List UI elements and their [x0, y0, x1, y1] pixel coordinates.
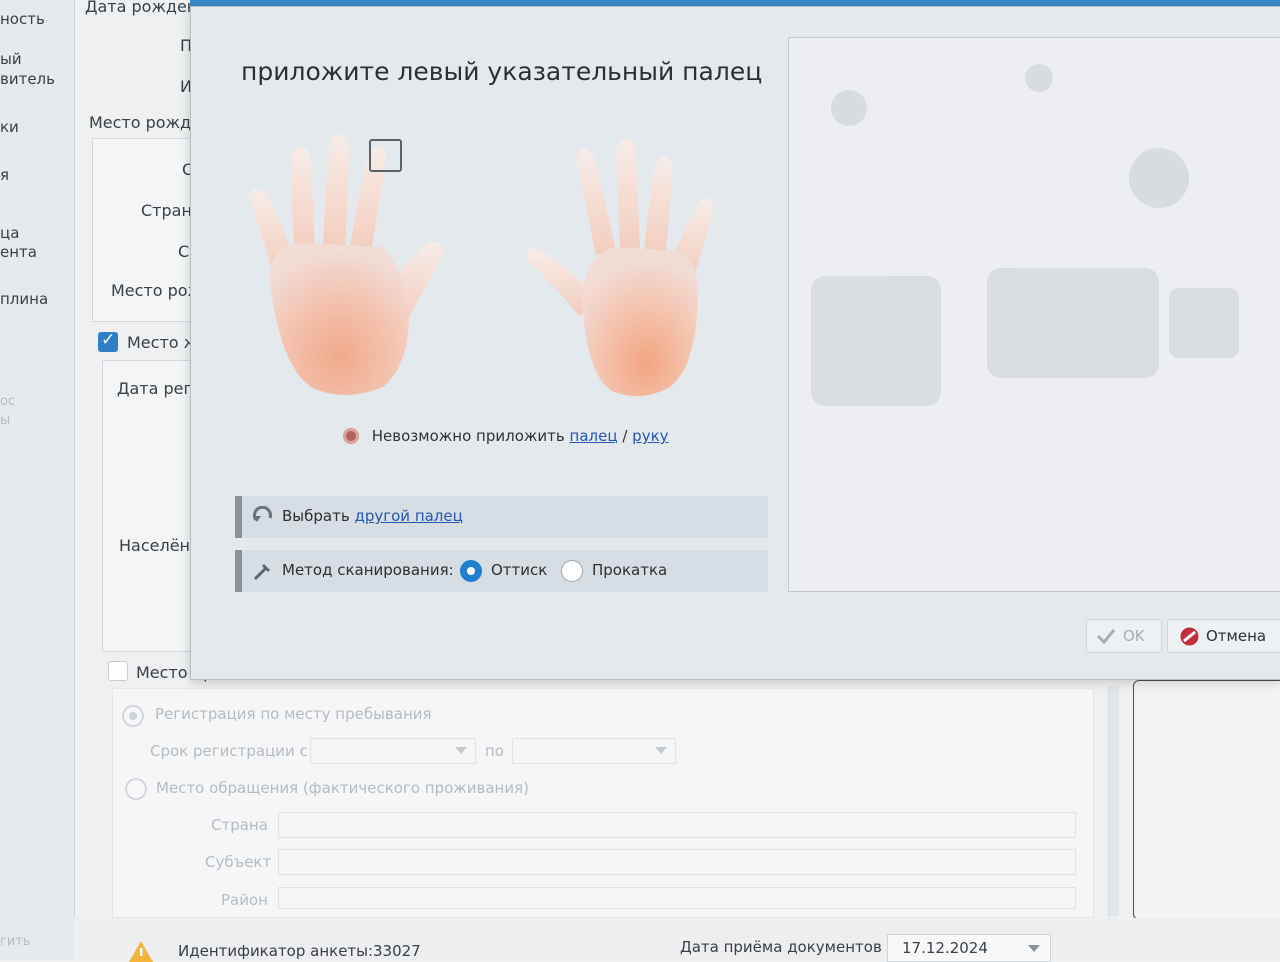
fingerprint-preview	[788, 37, 1280, 592]
scrollbar[interactable]	[1108, 686, 1119, 916]
fingerprint-dialog: приложите левый указательный палец Невоз…	[190, 6, 1280, 680]
sidebar-item[interactable]: витель	[0, 70, 55, 88]
sidebar-footer[interactable]: гить	[0, 934, 31, 949]
district-label: Район	[221, 891, 268, 909]
cancel-label: Отмена	[1206, 627, 1267, 645]
choose-text: Выбрать другой палец	[282, 507, 463, 525]
sidebar-item[interactable]: ента	[0, 243, 37, 261]
ok-button[interactable]: OK	[1086, 619, 1162, 653]
fingerprint-image	[789, 38, 1280, 591]
to-label: по	[485, 742, 504, 760]
subject-label: Субъект	[205, 853, 272, 871]
sidebar-item[interactable]: я	[0, 166, 9, 184]
rotate-icon	[252, 506, 272, 522]
questionnaire-id-value: 33027	[373, 942, 421, 960]
scan-method-bar: Метод сканирования: Оттиск Прокатка	[235, 550, 768, 592]
doc-date-value: 17.12.2024	[902, 939, 988, 957]
country-field[interactable]	[278, 812, 1076, 838]
choose-finger-bar: Выбрать другой палец	[235, 496, 768, 538]
sidebar-item[interactable]: плина	[0, 290, 48, 308]
stay-checkbox[interactable]	[108, 661, 128, 681]
questionnaire-id-label: Идентификатор анкеты:	[178, 942, 374, 960]
district-field[interactable]	[278, 887, 1076, 909]
left-hand-diagram[interactable]	[233, 125, 463, 400]
reg-stay-radio[interactable]	[122, 705, 144, 727]
sidebar-item[interactable]: ос	[0, 394, 15, 409]
residence-checkbox[interactable]	[98, 330, 118, 352]
reg-to-select[interactable]	[512, 738, 676, 764]
residence-panel	[102, 360, 204, 652]
method-radio-rolled[interactable]	[561, 560, 583, 582]
right-hand-diagram[interactable]	[516, 127, 736, 402]
actual-place-radio[interactable]	[125, 778, 147, 800]
chevron-down-icon	[455, 747, 467, 754]
scanner-icon	[253, 564, 270, 581]
chevron-down-icon	[655, 747, 667, 754]
sidebar-item[interactable]: ца	[0, 224, 19, 242]
reg-from-select[interactable]	[310, 738, 476, 764]
method-radio-imprint[interactable]	[460, 560, 482, 582]
fingerprint-icon	[343, 428, 359, 444]
finger-link[interactable]: палец	[570, 427, 618, 445]
reg-period-label: Срок регистрации с	[150, 742, 308, 760]
slash: /	[622, 427, 628, 445]
sidebar-item[interactable]: ый	[0, 50, 22, 68]
photo-frame	[1133, 680, 1280, 920]
birth-place-label: Место рожде	[89, 113, 201, 132]
ok-label: OK	[1123, 627, 1145, 645]
cancel-button[interactable]: Отмена	[1167, 619, 1280, 653]
method-label-rolled: Прокатка	[592, 561, 668, 579]
other-finger-link[interactable]: другой палец	[354, 507, 462, 525]
sidebar-item[interactable]: ки	[0, 118, 19, 136]
scan-prompt: приложите левый указательный палец	[241, 57, 763, 86]
hand-link[interactable]: руку	[632, 427, 668, 445]
country-label: Страна	[211, 816, 268, 834]
subject-field[interactable]	[278, 849, 1076, 875]
cant-apply-text: Невозможно приложить	[371, 427, 565, 445]
birth-date-label: Дата рожден	[85, 0, 198, 16]
method-label-imprint: Оттиск	[491, 561, 548, 579]
warning-icon	[129, 941, 153, 962]
chevron-down-icon[interactable]	[1028, 945, 1040, 952]
selected-finger-marker	[369, 139, 402, 172]
cant-apply-row: Невозможно приложить палец / руку	[343, 427, 669, 445]
doc-date-field[interactable]: 17.12.2024	[887, 934, 1051, 962]
sidebar-item[interactable]: ы	[0, 413, 10, 428]
reg-stay-label: Регистрация по месту пребывания	[155, 705, 432, 723]
doc-date-label: Дата приёма документов	[680, 938, 882, 956]
choose-label: Выбрать	[282, 507, 350, 525]
sidebar-item[interactable]: ность	[0, 10, 45, 28]
scan-method-label: Метод сканирования:	[282, 561, 454, 579]
left-sidebar: ность ый витель ки я ца ента плина ос ы …	[0, 0, 75, 960]
check-icon	[1097, 629, 1115, 644]
actual-place-label: Место обращения (фактического проживания…	[156, 779, 529, 797]
no-entry-icon	[1180, 627, 1199, 646]
